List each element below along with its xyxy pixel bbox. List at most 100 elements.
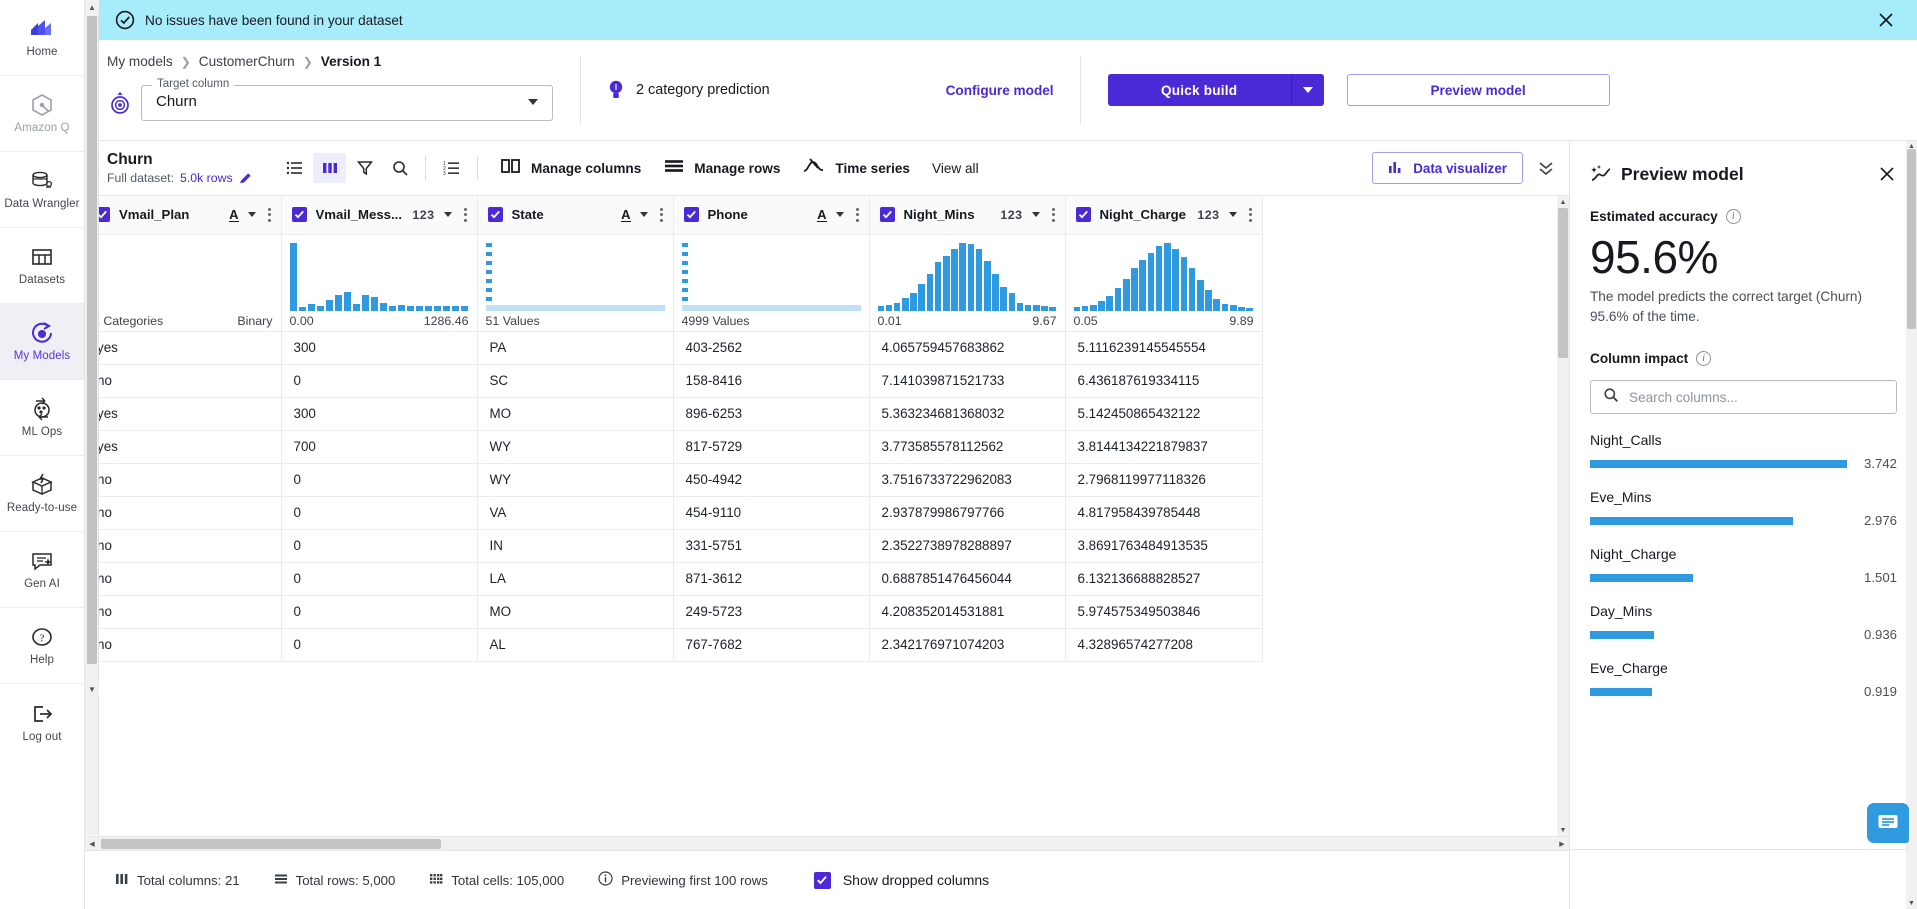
chat-bubble-icon[interactable] xyxy=(1867,803,1909,843)
info-icon[interactable]: i xyxy=(1696,351,1712,366)
column-menu-icon[interactable] xyxy=(461,207,467,222)
table-row[interactable]: no 0 SC 158-8416 7.141039871521733 6.436… xyxy=(85,364,1263,398)
filter-icon[interactable] xyxy=(348,153,381,183)
table-row[interactable]: no 0 IN 331-5751 2.3522738978288897 3.86… xyxy=(85,529,1263,563)
table-row[interactable]: no 0 VA 454-9110 2.937879986797766 4.817… xyxy=(85,496,1263,530)
chevron-down-icon[interactable] xyxy=(528,99,538,105)
column-header-night-charge[interactable]: Night_Charge 123 xyxy=(1065,196,1263,235)
stat-total-columns: Total columns: 21 xyxy=(115,872,240,889)
column-checkbox[interactable] xyxy=(683,207,699,223)
dataset-name: Churn xyxy=(107,151,153,168)
close-icon[interactable] xyxy=(1875,9,1897,31)
page-scroll-down-arrow[interactable]: ▼ xyxy=(85,682,99,696)
panel-scroll-down-arrow[interactable]: ▼ xyxy=(1906,898,1917,909)
search-columns-input[interactable] xyxy=(1629,389,1884,405)
search-icon[interactable] xyxy=(383,153,416,183)
histogram-bar xyxy=(975,249,983,311)
column-header-vmail-plan[interactable]: Vmail_Plan A xyxy=(85,196,282,235)
target-column-select[interactable]: Target column Churn xyxy=(141,78,553,121)
chevron-down-icon[interactable] xyxy=(1031,212,1040,218)
grid-scroll-up-arrow[interactable]: ▲ xyxy=(1557,196,1569,208)
sidebar-item-home[interactable]: Home xyxy=(0,0,84,76)
configure-model-link[interactable]: Configure model xyxy=(946,83,1054,98)
table-header-row: Vmail_Plan A Vmail_Mess... 123 State A P… xyxy=(85,196,1263,235)
info-icon[interactable]: i xyxy=(1725,209,1741,224)
column-menu-icon[interactable] xyxy=(1049,207,1055,222)
grid-scroll-down-arrow[interactable]: ▼ xyxy=(1557,824,1569,836)
show-dropped-checkbox[interactable] xyxy=(813,871,831,889)
sidebar-item-amazon-q[interactable]: Amazon Q xyxy=(0,76,84,152)
pencil-icon[interactable] xyxy=(239,172,252,185)
search-columns-box[interactable] xyxy=(1590,380,1897,414)
gen-ai-icon xyxy=(28,548,56,574)
list-view-icon[interactable] xyxy=(278,153,311,183)
sidebar-item-ready-to-use[interactable]: Ready-to-use xyxy=(0,456,84,532)
model-header: My models ❯ CustomerChurn ❯ Version 1 Ta… xyxy=(85,40,1917,140)
breadcrumb-customer-churn[interactable]: CustomerChurn xyxy=(199,54,295,69)
grid-vertical-scrollbar[interactable]: ▲ ▼ xyxy=(1557,196,1569,836)
panel-scrollbar[interactable]: ▲ ▼ xyxy=(1906,141,1917,909)
sidebar-item-my-models[interactable]: My Models xyxy=(0,304,84,380)
sidebar-item-data-wrangler[interactable]: Data Wrangler xyxy=(0,152,84,228)
breadcrumb-my-models[interactable]: My models xyxy=(107,54,173,69)
table-row[interactable]: no 0 LA 871-3612 0.6887851476456044 6.13… xyxy=(85,562,1263,596)
show-dropped-columns-toggle[interactable]: Show dropped columns xyxy=(813,871,989,889)
grid-hscroll-thumb[interactable] xyxy=(101,839,441,849)
cell: 5.1116239145545554 xyxy=(1065,331,1263,365)
sidebar-item-ml-ops[interactable]: ML Ops xyxy=(0,380,84,456)
column-checkbox[interactable] xyxy=(291,207,307,223)
column-checkbox[interactable] xyxy=(879,207,895,223)
page-scroll-up-arrow[interactable]: ▲ xyxy=(85,0,99,14)
column-menu-icon[interactable] xyxy=(265,207,271,222)
column-header-state[interactable]: State A xyxy=(477,196,674,235)
view-all-button[interactable]: View all xyxy=(932,161,979,176)
data-visualizer-button[interactable]: Data visualizer xyxy=(1372,152,1523,184)
table-row[interactable]: yes 300 MO 896-6253 5.363234681368032 5.… xyxy=(85,397,1263,431)
panel-scroll-thumb[interactable] xyxy=(1907,149,1916,329)
table-body: 2 Categories Binary 0.00 1286.46 51 Valu… xyxy=(85,234,1263,662)
value-tick xyxy=(681,242,688,248)
column-header-phone[interactable]: Phone A xyxy=(673,196,870,235)
sidebar-item-log-out[interactable]: Log out xyxy=(0,684,84,760)
close-icon[interactable] xyxy=(1877,164,1897,184)
quick-build-dropdown-button[interactable] xyxy=(1290,74,1324,106)
double-chevron-down-icon[interactable] xyxy=(1537,159,1555,177)
grid-horizontal-scrollbar[interactable]: ◀ ▶ xyxy=(85,836,1569,850)
column-checkbox[interactable] xyxy=(487,207,503,223)
column-menu-icon[interactable] xyxy=(853,207,859,222)
sidebar-label-help: Help xyxy=(29,654,55,666)
manage-rows-button[interactable]: Manage rows xyxy=(663,157,780,180)
manage-columns-button[interactable]: Manage columns xyxy=(500,157,641,180)
column-header-vmail-message[interactable]: Vmail_Mess... 123 xyxy=(281,196,478,235)
sidebar-item-gen-ai[interactable]: Gen AI xyxy=(0,532,84,608)
sidebar-item-datasets[interactable]: Datasets xyxy=(0,228,84,304)
table-row[interactable]: yes 700 WY 817-5729 3.773585578112562 3.… xyxy=(85,430,1263,464)
column-header-night-mins[interactable]: Night_Mins 123 xyxy=(869,196,1066,235)
table-row[interactable]: yes 300 PA 403-2562 4.065759457683862 5.… xyxy=(85,331,1263,365)
chevron-down-icon[interactable] xyxy=(247,212,256,218)
table-row[interactable]: no 0 MO 249-5723 4.208352014531881 5.974… xyxy=(85,595,1263,629)
value-tick xyxy=(485,287,492,293)
dataset-row-count[interactable]: 5.0k rows xyxy=(180,171,233,185)
time-series-button[interactable]: Time series xyxy=(802,157,910,180)
grid-scroll-right-arrow[interactable]: ▶ xyxy=(1555,837,1569,851)
page-scroll-thumb[interactable] xyxy=(87,16,97,664)
ordered-list-icon[interactable]: 1 2 3 xyxy=(435,153,468,183)
table-row[interactable]: no 0 AL 767-7682 2.342176971074203 4.328… xyxy=(85,628,1263,662)
page-scrollbar[interactable]: ▲ ▼ xyxy=(85,0,99,835)
chevron-down-icon[interactable] xyxy=(443,212,452,218)
column-menu-icon[interactable] xyxy=(1246,207,1252,222)
grid-scroll-left-arrow[interactable]: ◀ xyxy=(85,837,99,851)
column-checkbox[interactable] xyxy=(1075,207,1091,223)
table-row[interactable]: no 0 WY 450-4942 3.7516733722962083 2.79… xyxy=(85,463,1263,497)
column-view-icon[interactable] xyxy=(313,153,346,183)
data-table: Vmail_Plan A Vmail_Mess... 123 State A P… xyxy=(85,196,1263,662)
preview-model-button[interactable]: Preview model xyxy=(1346,74,1610,106)
chevron-down-icon[interactable] xyxy=(835,212,844,218)
sidebar-item-help[interactable]: ? Help xyxy=(0,608,84,684)
chevron-down-icon[interactable] xyxy=(1228,212,1237,218)
chevron-down-icon[interactable] xyxy=(639,212,648,218)
column-menu-icon[interactable] xyxy=(657,207,663,222)
grid-scroll-thumb[interactable] xyxy=(1558,208,1568,358)
quick-build-button[interactable]: Quick build xyxy=(1107,74,1291,106)
